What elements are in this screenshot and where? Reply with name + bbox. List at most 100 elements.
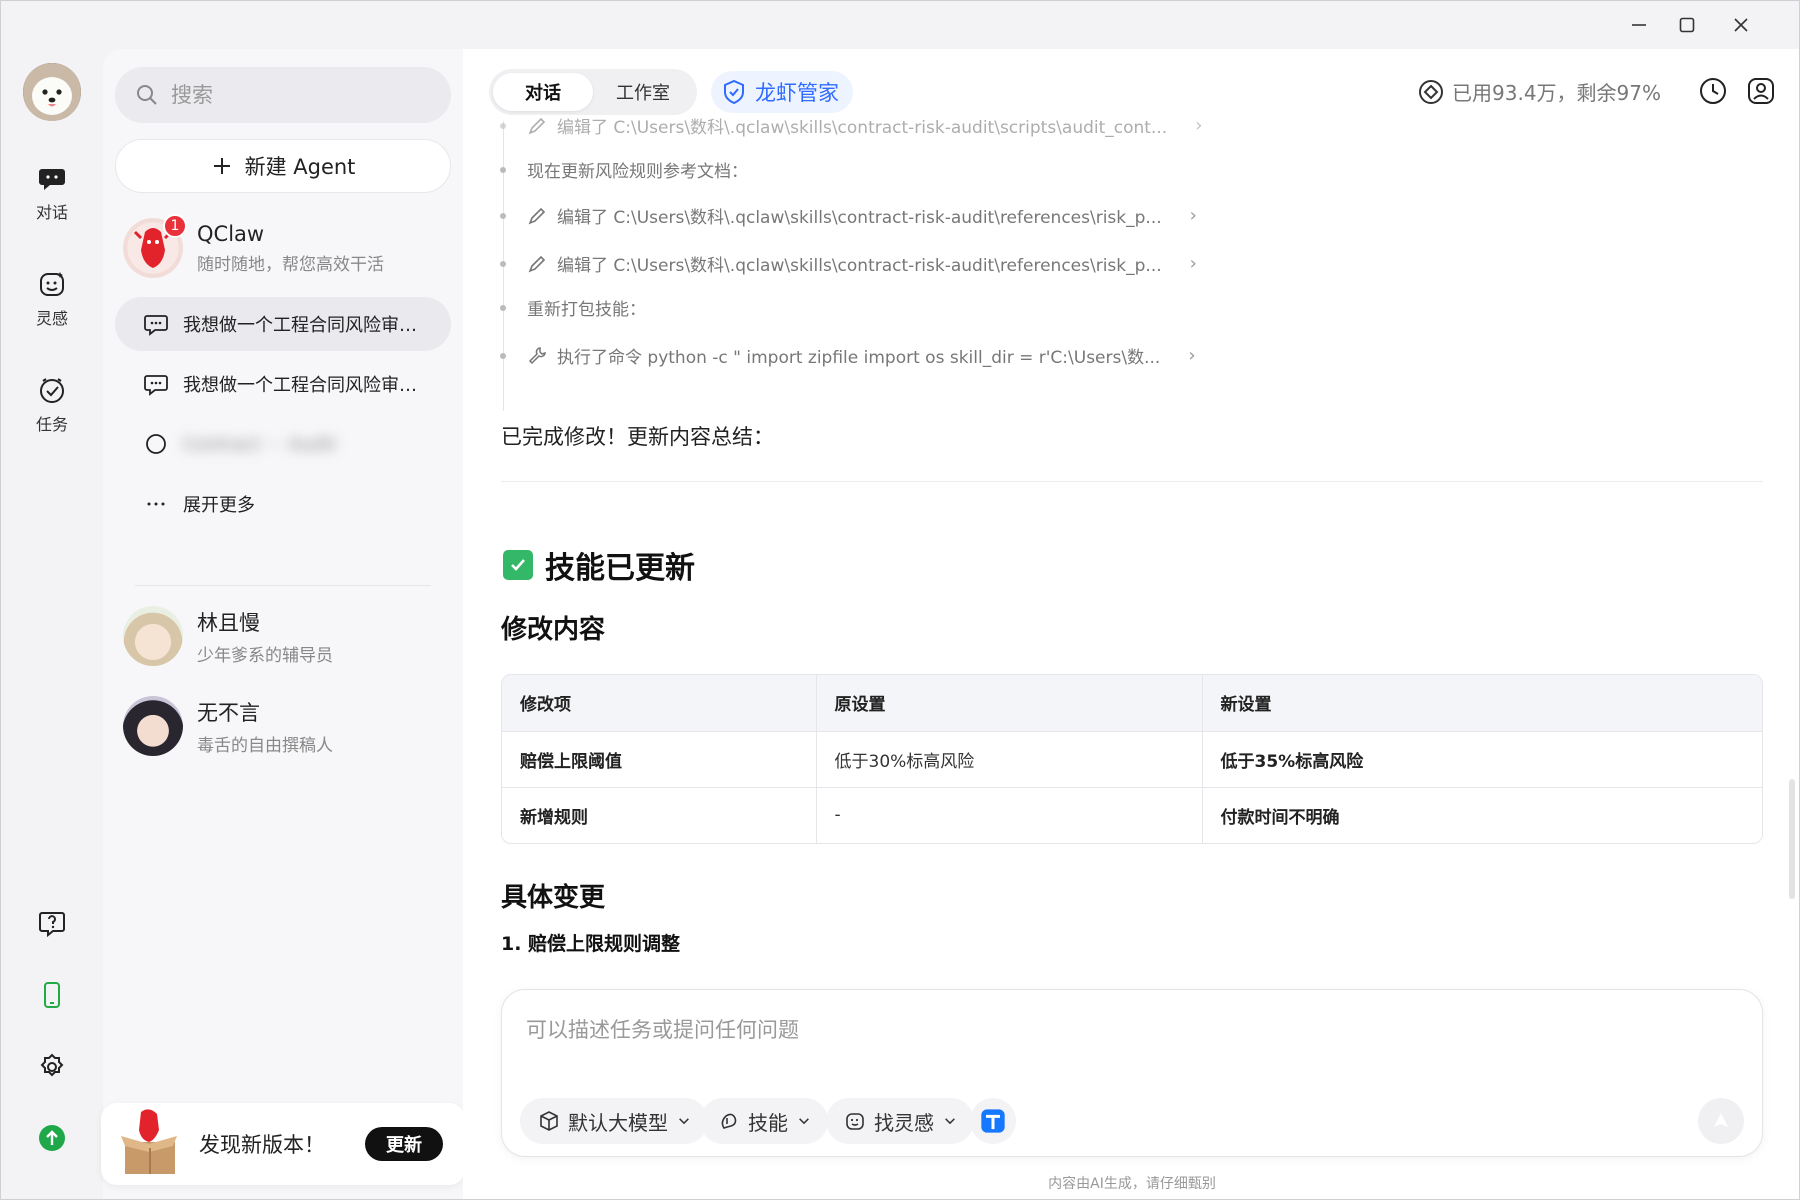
plus-icon (213, 158, 230, 174)
search-box[interactable] (115, 67, 451, 123)
settings-button[interactable] (35, 1050, 69, 1084)
content-divider (501, 481, 1763, 482)
chat-item-3[interactable]: Contract ··· Audit (115, 417, 451, 471)
expand-more-button[interactable]: 展开更多 (115, 477, 451, 531)
check-icon (503, 550, 533, 580)
unread-badge: 1 (163, 214, 187, 238)
titlebar (1, 1, 1799, 49)
agent-desc: 少年爹系的辅导员 (197, 645, 333, 666)
table-cell: 付款时间不明确 (1220, 807, 1340, 828)
chevron-down-icon (679, 1118, 689, 1125)
search-input[interactable] (169, 82, 429, 108)
user-avatar[interactable] (23, 63, 81, 121)
rail-item-label: 任务 (35, 415, 68, 434)
step-text: 执行了命令 python -c " import zipfile import … (557, 348, 1161, 368)
close-button[interactable] (1721, 9, 1761, 41)
heading-skill-updated: 技能已更新 (503, 543, 695, 587)
chat-bubble-icon (146, 434, 166, 454)
step-note: 现在更新风险规则参考文档： (500, 157, 748, 182)
table-header: 原设置 (816, 675, 1203, 732)
manager-label: 龙虾管家 (755, 81, 839, 105)
rail-item-inspiration[interactable]: 灵感 (19, 269, 85, 329)
table-row: 新增规则 - 付款时间不明确 (502, 787, 1762, 843)
upgrade-button[interactable] (35, 1121, 69, 1155)
scrollbar[interactable] (1789, 779, 1795, 899)
update-box-icon (121, 1109, 177, 1174)
step-item[interactable]: 编辑了 C:\Users\数科\.qclaw\skills\contract-r… (500, 113, 1202, 138)
table-cell: 新增规则 (502, 787, 817, 843)
shield-icon (724, 79, 744, 105)
minimize-button[interactable] (1619, 9, 1659, 41)
main-panel: 对话 工作室 龙虾管家 已用93.4万，剩余97% 编辑了 C:\Users\数… (463, 49, 1799, 1199)
search-icon (137, 85, 157, 105)
table-cell: 赔偿上限阈值 (502, 731, 817, 788)
phone-icon (44, 982, 60, 1008)
skill-chip[interactable]: 技能 (700, 1098, 828, 1144)
maximize-button[interactable] (1667, 9, 1707, 41)
table-header-row: 修改项 原设置 新设置 (502, 675, 1762, 732)
table-row: 赔偿上限阈值 低于30%标高风险 低于35%标高风险 (502, 731, 1762, 788)
token-usage[interactable]: 已用93.4万，剩余97% (1418, 77, 1661, 106)
model-select-chip[interactable]: 默认大模型 (520, 1098, 708, 1144)
inspiration-icon (40, 272, 64, 296)
more-dots-icon (147, 502, 165, 506)
table-cell: - (816, 787, 1203, 843)
update-button[interactable]: 更新 (365, 1127, 443, 1161)
rail-item-label: 对话 (35, 203, 68, 222)
chat-title: 我想做一个工程合同风险审… (183, 375, 417, 396)
heading-changes: 修改内容 (501, 615, 606, 645)
chevron-down-icon (945, 1118, 955, 1125)
history-clock-icon[interactable] (1697, 75, 1729, 107)
agent-name: 林且慢 (197, 610, 260, 635)
lobster-manager-button[interactable]: 龙虾管家 (711, 71, 853, 113)
agent-item-wu[interactable]: 无不言 毒舌的自由撰稿人 (123, 691, 443, 761)
table-cell: 低于30%标高风险 (816, 731, 1203, 788)
help-button[interactable] (35, 906, 69, 940)
wrench-icon (528, 346, 546, 364)
profile-icon[interactable] (1745, 75, 1777, 107)
agent-desc: 毒舌的自由撰稿人 (197, 735, 333, 756)
skill-icon (721, 1113, 737, 1129)
step-item[interactable]: 编辑了 C:\Users\数科\.qclaw\skills\contract-r… (500, 251, 1197, 276)
chat-item-2[interactable]: 我想做一个工程合同风险审… (115, 357, 451, 411)
rail-item-task[interactable]: 任务 (19, 375, 85, 435)
ai-disclaimer: 内容由AI生成，请仔细甄别 (1048, 1176, 1216, 1192)
upgrade-icon (39, 1125, 65, 1151)
tab-studio[interactable]: 工作室 (593, 73, 693, 111)
chat-item-1[interactable]: 我想做一个工程合同风险审… (115, 297, 451, 351)
step-item[interactable]: 执行了命令 python -c " import zipfile import … (500, 343, 1196, 368)
chat-bubble-icon (39, 169, 65, 190)
rail-item-chat[interactable]: 对话 (19, 163, 85, 223)
send-button[interactable] (1698, 1098, 1744, 1144)
mobile-button[interactable] (35, 978, 69, 1012)
diamond-icon (1419, 79, 1444, 104)
table-header: 修改项 (502, 675, 817, 732)
step-item[interactable]: 编辑了 C:\Users\数科\.qclaw\skills\contract-r… (500, 203, 1197, 228)
minimize-icon (1632, 24, 1646, 26)
message-input[interactable] (524, 1012, 1724, 1062)
chip-label: 技能 (748, 1110, 788, 1135)
agent-desc: 随时随地，帮您高效干活 (197, 254, 384, 275)
tool-chip[interactable] (970, 1098, 1016, 1144)
view-tabs: 对话 工作室 (489, 69, 697, 115)
agent-name: 无不言 (197, 700, 260, 725)
chevron-down-icon (799, 1118, 809, 1125)
chevron-right-icon: › (1189, 205, 1197, 226)
changes-table: 修改项 原设置 新设置 赔偿上限阈值 低于30%标高风险 低于35%标高风险 新… (501, 674, 1763, 844)
chat-title: 我想做一个工程合同风险审… (183, 315, 417, 336)
table-header: 新设置 (1202, 675, 1762, 732)
new-agent-button[interactable]: 新建 Agent (115, 139, 451, 193)
tab-chat[interactable]: 对话 (493, 73, 593, 111)
inspiration-chip[interactable]: 找灵感 (826, 1098, 974, 1144)
chip-label: 默认大模型 (568, 1110, 668, 1135)
composer: 默认大模型 技能 找灵感 (501, 989, 1763, 1157)
agent-item-qclaw[interactable]: 1 QClaw 随时随地，帮您高效干活 (123, 213, 443, 283)
chip-label: 找灵感 (874, 1110, 934, 1135)
timeline-dot (500, 352, 506, 359)
timeline-dot (500, 122, 506, 129)
agent-avatar (123, 696, 183, 756)
app-window: 对话 灵感 任务 新建 Agent (0, 0, 1800, 1200)
agent-item-lin[interactable]: 林且慢 少年爹系的辅导员 (123, 601, 443, 671)
sidebar: 新建 Agent 1 QClaw 随时随地，帮您高效干活 我想做一个工程合同风险… (101, 49, 465, 1199)
heading-text: 技能已更新 (545, 551, 695, 586)
